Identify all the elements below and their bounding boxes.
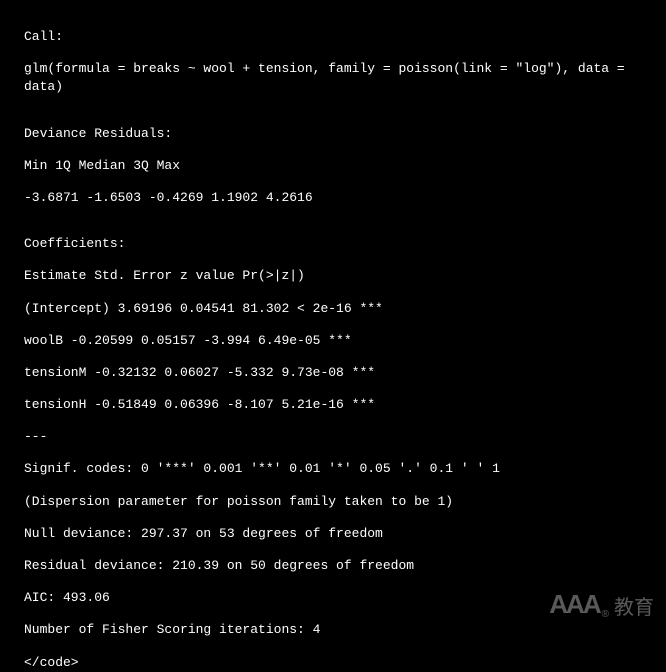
watermark-logo: AAA — [549, 586, 599, 622]
glm-formula: glm(formula = breaks ~ wool + tension, f… — [24, 60, 642, 96]
watermark-cn: 教育 — [614, 594, 654, 622]
coef-tensionm: tensionM -0.32132 0.06027 -5.332 9.73e-0… — [24, 364, 642, 382]
coefficients-columns: Estimate Std. Error z value Pr(>|z|) — [24, 267, 642, 285]
blank-gap — [24, 111, 642, 125]
coef-woolb: woolB -0.20599 0.05157 -3.994 6.49e-05 *… — [24, 332, 642, 350]
dispersion-param: (Dispersion parameter for poisson family… — [24, 493, 642, 511]
call-header: Call: — [24, 28, 642, 46]
coef-tensionh: tensionH -0.51849 0.06396 -8.107 5.21e-1… — [24, 396, 642, 414]
fisher-iterations: Number of Fisher Scoring iterations: 4 — [24, 621, 642, 639]
blank-gap — [24, 221, 642, 235]
signif-codes: Signif. codes: 0 '***' 0.001 '**' 0.01 '… — [24, 460, 642, 478]
deviance-values: -3.6871 -1.6503 -0.4269 1.1902 4.2616 — [24, 189, 642, 207]
residual-deviance: Residual deviance: 210.39 on 50 degrees … — [24, 557, 642, 575]
registered-icon: ® — [602, 608, 609, 622]
coefficients-header: Coefficients: — [24, 235, 642, 253]
separator: --- — [24, 428, 642, 446]
code-end-tag: </code> — [24, 654, 642, 672]
coef-intercept: (Intercept) 3.69196 0.04541 81.302 < 2e-… — [24, 300, 642, 318]
deviance-header: Deviance Residuals: — [24, 125, 642, 143]
deviance-labels: Min 1Q Median 3Q Max — [24, 157, 642, 175]
watermark: AAA® 教育 — [549, 586, 654, 622]
null-deviance: Null deviance: 297.37 on 53 degrees of f… — [24, 525, 642, 543]
